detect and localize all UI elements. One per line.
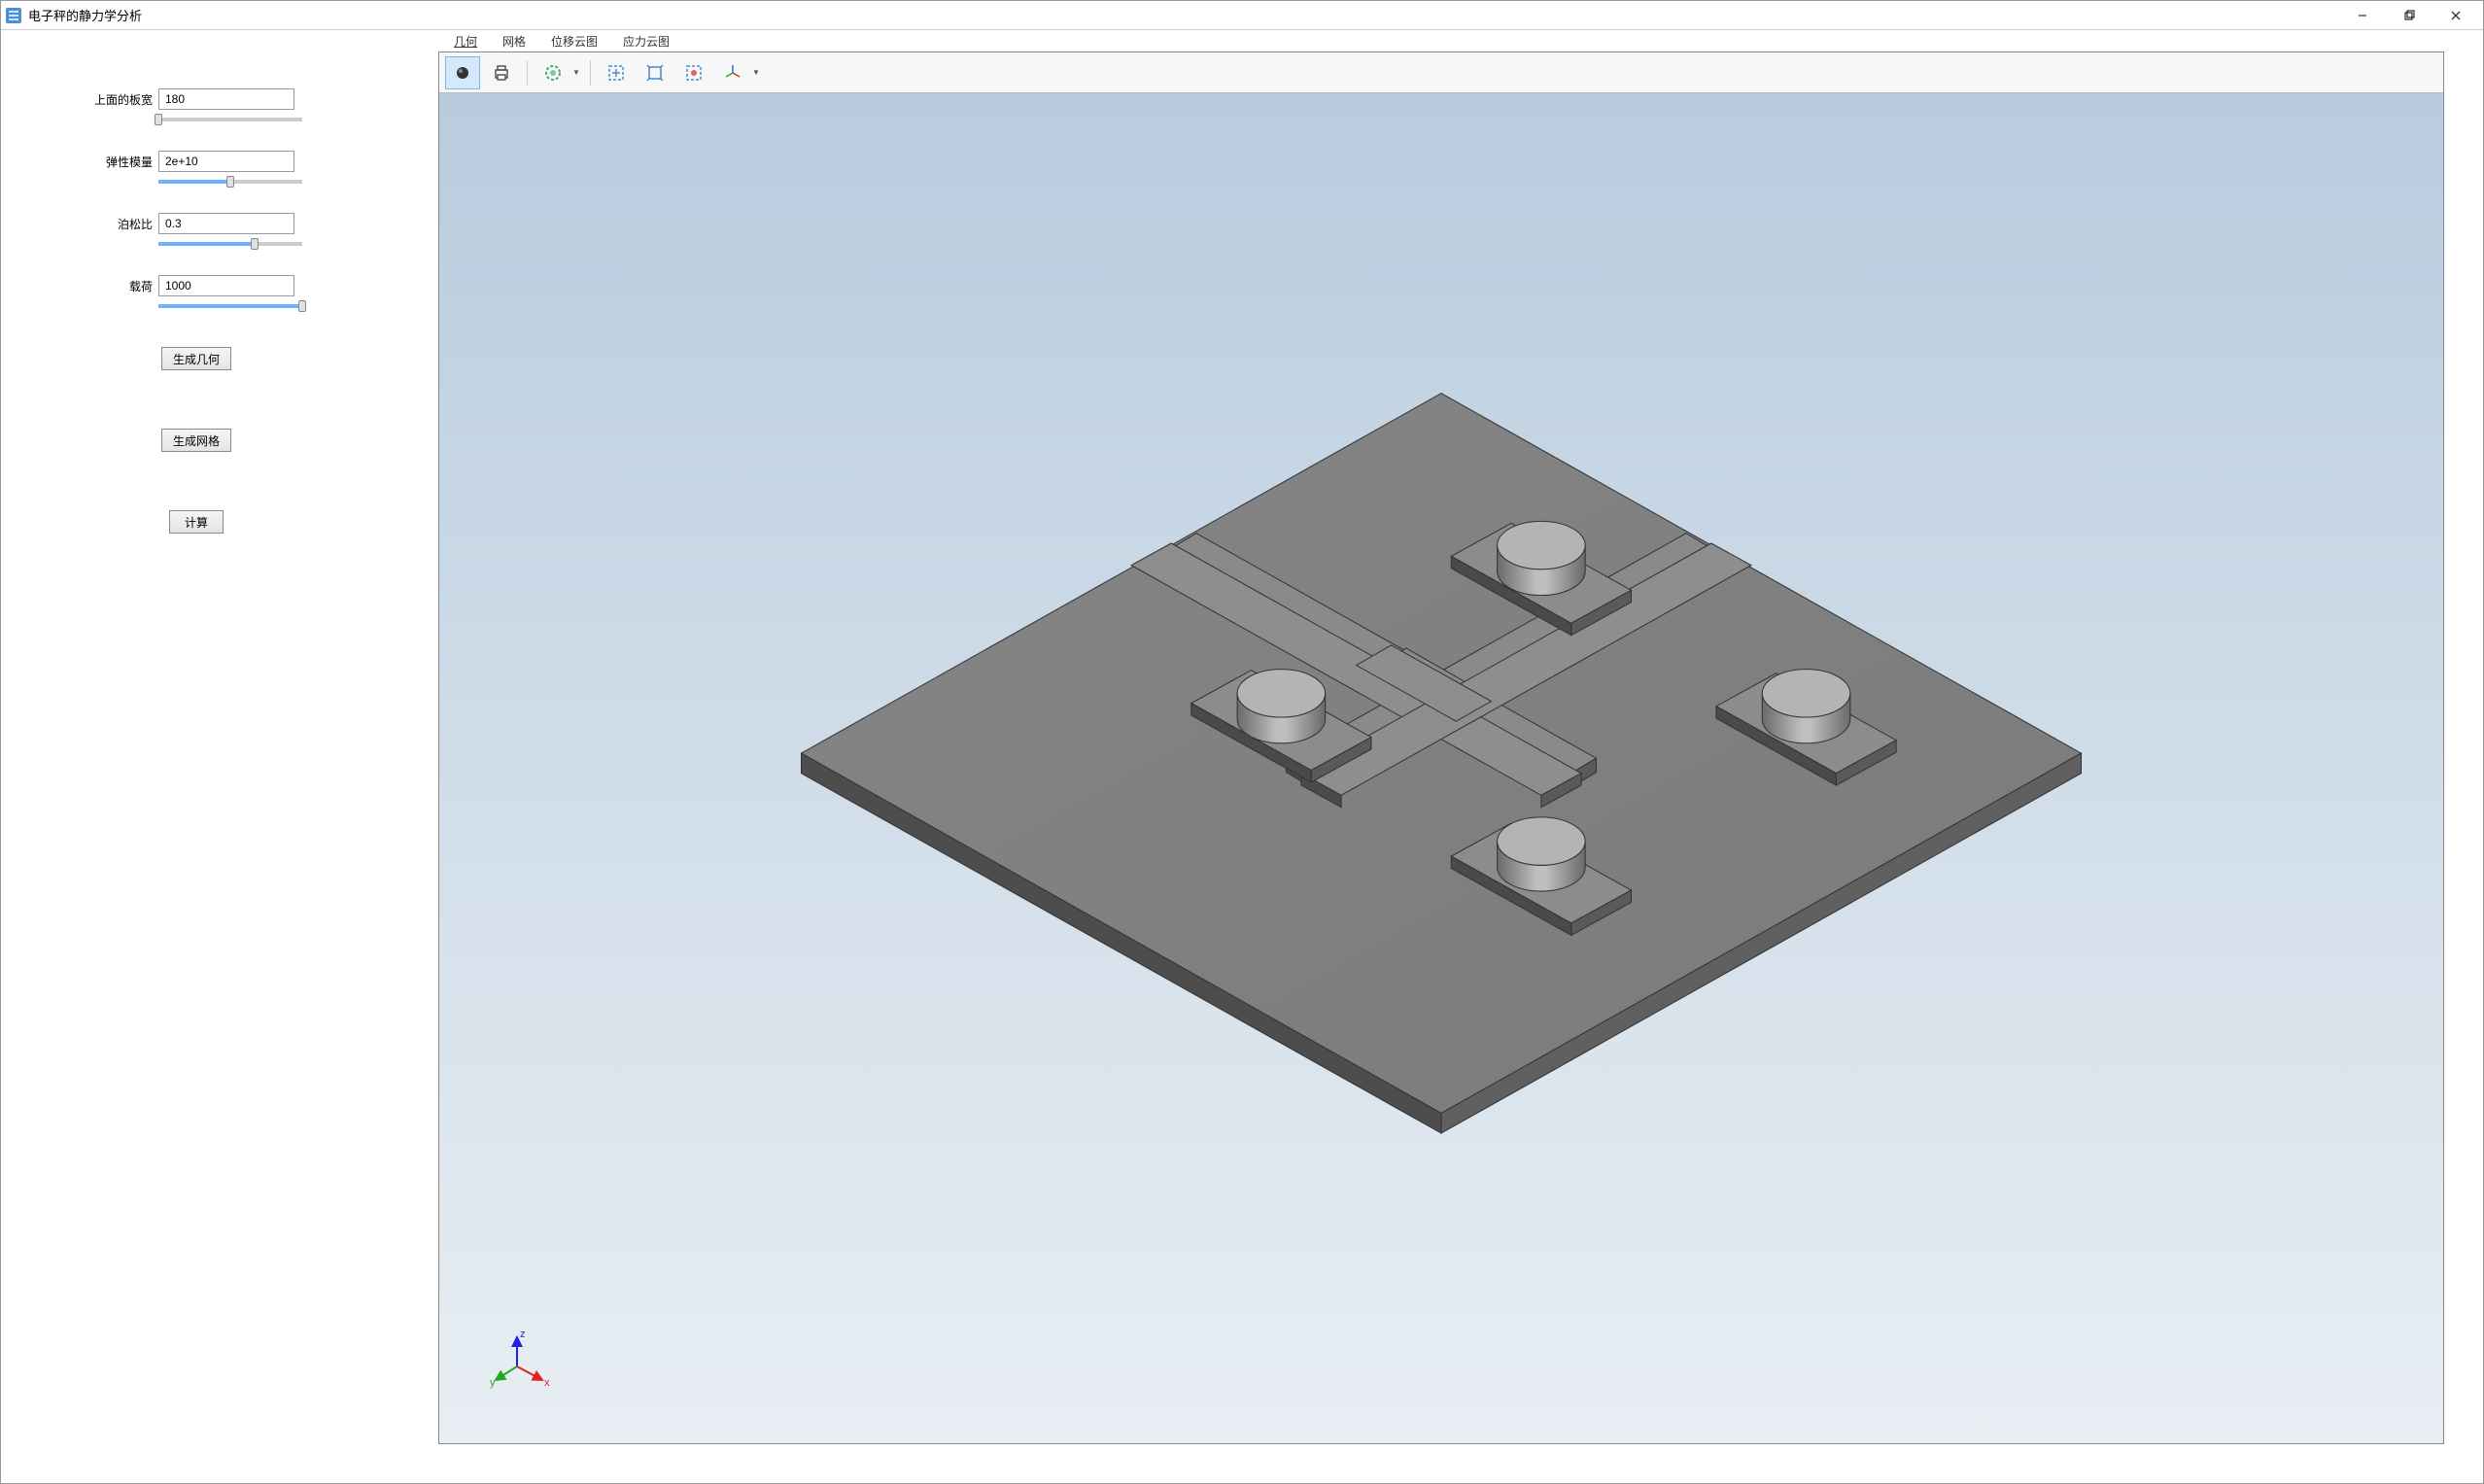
slider-thumb[interactable] <box>226 176 234 188</box>
tab-stress[interactable]: 应力云图 <box>619 31 673 52</box>
window-controls <box>2339 2 2479 29</box>
titlebar: 电子秤的静力学分析 <box>1 1 2483 30</box>
axis-triad: z x y <box>490 1329 553 1393</box>
modulus-input[interactable] <box>158 151 294 172</box>
slider-thumb[interactable] <box>298 300 306 312</box>
generate-mesh-button[interactable]: 生成网格 <box>161 429 231 452</box>
scene-light-button[interactable] <box>445 56 480 89</box>
param-label: 弹性模量 <box>88 154 158 170</box>
toolbar-separator <box>590 60 591 86</box>
generate-geometry-button[interactable]: 生成几何 <box>161 347 231 370</box>
plate-width-input[interactable] <box>158 88 294 110</box>
slider-row <box>88 180 399 184</box>
close-button[interactable] <box>2432 2 2479 29</box>
tab-geometry[interactable]: 几何 <box>450 31 481 52</box>
load-input[interactable] <box>158 275 294 296</box>
poisson-input[interactable] <box>158 213 294 234</box>
slider-row <box>88 242 399 246</box>
tab-mesh[interactable]: 网格 <box>499 31 530 52</box>
param-row-poisson: 泊松比 <box>88 213 399 234</box>
zoom-box-button[interactable] <box>599 56 634 89</box>
tabs-row: 几何 网格 位移云图 应力云图 <box>438 30 2444 52</box>
app-icon <box>5 7 22 24</box>
app-window: 电子秤的静力学分析 上面的板宽 <box>0 0 2484 1484</box>
chevron-down-icon: ▼ <box>570 68 582 77</box>
sidebar: 上面的板宽 弹性模量 泊松比 <box>1 30 438 1483</box>
axis-y-label: y <box>490 1377 496 1389</box>
param-label: 上面的板宽 <box>88 91 158 108</box>
print-button[interactable] <box>484 56 519 89</box>
param-row-modulus: 弹性模量 <box>88 151 399 172</box>
zoom-selected-button[interactable] <box>676 56 711 89</box>
action-buttons: 生成几何 生成网格 计算 <box>88 347 399 534</box>
param-row-plate-width: 上面的板宽 <box>88 88 399 110</box>
window-title: 电子秤的静力学分析 <box>28 6 2339 24</box>
content-area: 上面的板宽 弹性模量 泊松比 <box>1 30 2483 1483</box>
tab-displacement[interactable]: 位移云图 <box>547 31 602 52</box>
transparency-dropdown[interactable]: ▼ <box>535 56 582 89</box>
main-panel: 几何 网格 位移云图 应力云图 <box>438 30 2483 1483</box>
axis-x-label: x <box>544 1377 550 1389</box>
plate-width-slider[interactable] <box>158 118 302 121</box>
poisson-slider[interactable] <box>158 242 302 246</box>
axis-z-label: z <box>520 1329 526 1340</box>
compute-button[interactable]: 计算 <box>169 510 224 534</box>
param-row-load: 载荷 <box>88 275 399 296</box>
viewport-container: ▼ <box>438 52 2444 1444</box>
slider-thumb[interactable] <box>155 114 162 125</box>
view-default-dropdown[interactable]: ▼ <box>715 56 762 89</box>
minimize-button[interactable] <box>2339 2 2386 29</box>
load-slider[interactable] <box>158 304 302 308</box>
slider-row <box>88 118 399 121</box>
geometry-model <box>439 93 2443 1443</box>
zoom-extents-button[interactable] <box>638 56 673 89</box>
viewport-3d[interactable]: z x y <box>439 93 2443 1443</box>
param-label: 载荷 <box>88 278 158 294</box>
toolbar-separator <box>527 60 528 86</box>
chevron-down-icon: ▼ <box>750 68 762 77</box>
maximize-button[interactable] <box>2386 2 2432 29</box>
viewport-toolbar: ▼ <box>439 52 2443 93</box>
slider-thumb[interactable] <box>251 238 259 250</box>
slider-row <box>88 304 399 308</box>
modulus-slider[interactable] <box>158 180 302 184</box>
param-label: 泊松比 <box>88 216 158 232</box>
